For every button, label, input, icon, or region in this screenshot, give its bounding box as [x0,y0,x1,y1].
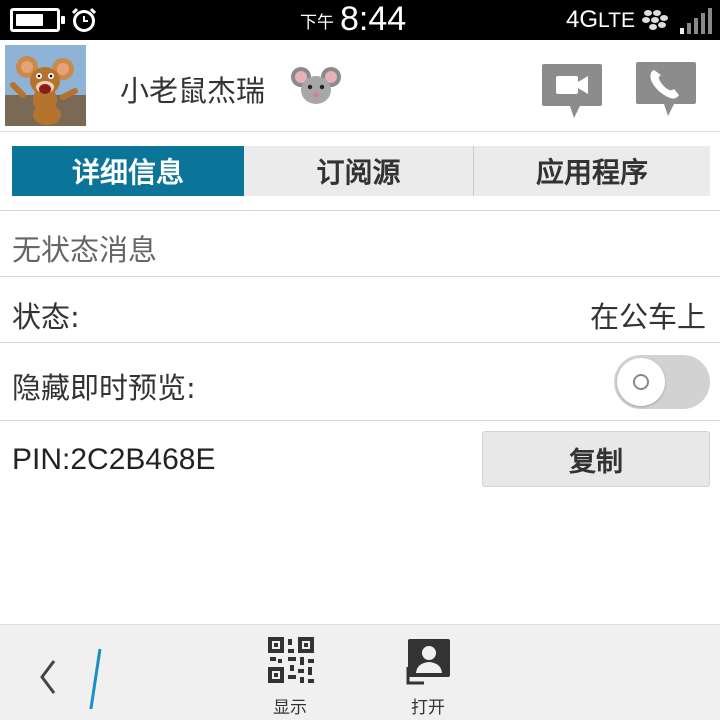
network-generation: 4G [566,6,599,33]
copy-button[interactable]: 复制 [482,431,710,487]
contact-name: 小老鼠杰瑞 [120,74,266,108]
network-type: LTE [598,9,635,32]
pin-row: PIN:2C2B468E 复制 [0,420,720,500]
battery-icon [10,8,65,32]
hide-preview-toggle[interactable] [614,355,710,409]
status-message: 无状态消息 [12,233,158,267]
toggle-knob [617,358,665,406]
jerry-mouse-avatar[interactable] [5,45,86,126]
qr-code-icon [268,637,314,683]
status-label: 状态: [12,300,80,334]
signal-bars-icon [680,8,712,34]
contact-card-icon [406,639,450,685]
clock-time: 8:44 [340,0,407,38]
status-value: 在公车上 [589,300,706,334]
back-chevron-icon[interactable] [28,645,108,709]
show-label: 显示 [273,698,307,718]
battery-level [16,14,43,26]
open-label: 打开 [411,698,445,718]
contact-header: 小老鼠杰瑞 [0,40,720,132]
tab-details[interactable]: 详细信息 [12,146,244,196]
blackberry-icon [642,10,668,30]
hide-preview-label: 隐藏即时预览: [12,371,196,405]
status-bar: 下午 8:44 4GLTE [0,0,720,40]
action-bar: 显示 打开 [0,624,720,720]
clock-ampm: 下午 [300,13,334,33]
mouse-face-icon [291,67,341,104]
status-row: 状态: 在公车上 [0,276,720,342]
network-indicator: 4GLTE [566,6,635,34]
pin-value: PIN:2C2B468E [12,443,216,476]
tab-feeds[interactable]: 订阅源 [244,146,473,196]
tab-bar: 详细信息 订阅源 应用程序 [0,140,720,202]
phone-call-icon[interactable] [634,60,698,120]
show-qr-action[interactable]: 显示 [250,637,330,720]
alarm-clock-icon [71,7,97,32]
clock: 下午 8:44 [300,0,406,40]
status-message-row: 无状态消息 [0,210,720,276]
open-contact-action[interactable]: 打开 [388,637,468,720]
hide-preview-row: 隐藏即时预览: [0,342,720,420]
video-call-icon[interactable] [540,62,604,120]
tab-apps[interactable]: 应用程序 [474,146,710,196]
